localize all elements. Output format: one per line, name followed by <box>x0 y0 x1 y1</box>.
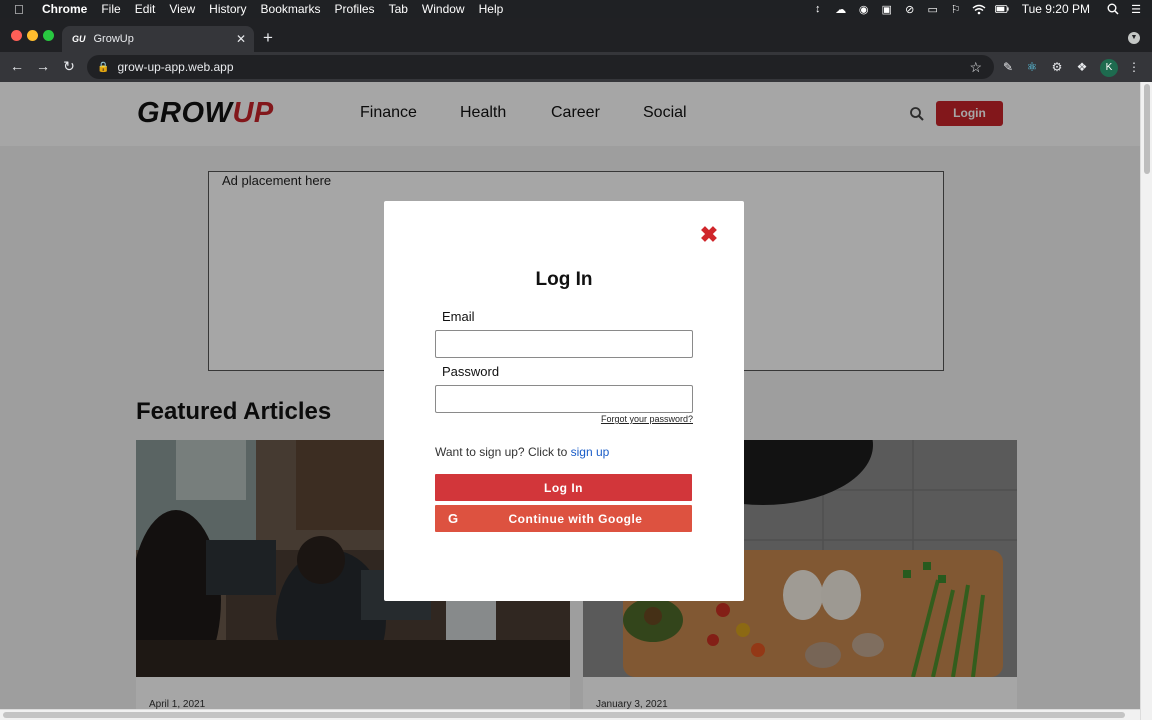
extensions-puzzle-icon[interactable]: ❖ <box>1074 59 1090 75</box>
new-tab-plus-icon[interactable]: + <box>263 28 273 48</box>
apple-menu-icon[interactable]:  <box>14 2 28 17</box>
menu-file[interactable]: File <box>101 2 120 16</box>
menu-help[interactable]: Help <box>479 2 504 16</box>
lock-icon[interactable]: 🔒 <box>97 62 109 73</box>
arrows-icon[interactable]: ↕ <box>811 3 825 15</box>
minimize-window-button[interactable] <box>27 30 38 41</box>
browser-tab-growup[interactable]: GU GrowUp ✕ <box>62 26 254 52</box>
cloud-icon[interactable]: ☁ <box>834 3 848 16</box>
signup-link[interactable]: sign up <box>571 445 610 459</box>
do-not-disturb-icon[interactable]: ⊘ <box>903 3 917 16</box>
tab-search-chevron-icon[interactable]: ▼ <box>1128 32 1140 44</box>
bookmark-star-icon[interactable]: ☆ <box>969 59 982 76</box>
horizontal-scrollbar[interactable] <box>0 709 1140 720</box>
google-login-button[interactable]: G Continue with Google <box>435 505 692 532</box>
chrome-menu-kebab-icon[interactable]: ⋮ <box>1126 59 1142 75</box>
tab-title: GrowUp <box>93 33 134 45</box>
menu-window[interactable]: Window <box>422 2 465 16</box>
google-button-label: Continue with Google <box>508 512 643 526</box>
browser-toolbar: ← → ↻ 🔒 grow-up-app.web.app ☆ ✎ ⚛ ⚙ ❖ K … <box>0 52 1152 82</box>
favicon-icon: GU <box>72 34 86 44</box>
tab-close-icon[interactable]: ✕ <box>236 32 246 46</box>
maximize-window-button[interactable] <box>43 30 54 41</box>
password-field[interactable] <box>435 385 693 413</box>
extension-gear-icon[interactable]: ⚙ <box>1049 59 1065 75</box>
email-field[interactable] <box>435 330 693 358</box>
menu-bookmarks[interactable]: Bookmarks <box>261 2 321 16</box>
email-label: Email <box>442 309 475 324</box>
menu-tab[interactable]: Tab <box>389 2 408 16</box>
airplay-icon[interactable]: ▭ <box>926 3 940 16</box>
close-window-button[interactable] <box>11 30 22 41</box>
signup-prompt: Want to sign up? Click to sign up <box>435 445 609 459</box>
wifi-icon[interactable] <box>972 3 986 15</box>
login-submit-button[interactable]: Log In <box>435 474 692 501</box>
menu-bar-clock[interactable]: Tue 9:20 PM <box>1022 2 1090 16</box>
address-bar-url[interactable]: grow-up-app.web.app <box>117 60 233 74</box>
menu-edit[interactable]: Edit <box>135 2 156 16</box>
menu-app-name[interactable]: Chrome <box>42 2 87 16</box>
login-modal: ✖ Log In Email Password Forgot your pass… <box>384 201 744 601</box>
page-viewport: GROWUP Finance Health Career Social Logi… <box>0 82 1140 720</box>
vertical-scroll-thumb[interactable] <box>1144 84 1150 174</box>
address-bar[interactable]: 🔒 grow-up-app.web.app ☆ <box>87 55 994 79</box>
extension-pen-icon[interactable]: ✎ <box>1000 59 1016 75</box>
reload-icon[interactable]: ↻ <box>60 58 78 75</box>
macos-menu-bar:  Chrome File Edit View History Bookmark… <box>0 0 1152 18</box>
profile-avatar[interactable]: K <box>1100 59 1118 77</box>
password-label: Password <box>442 364 500 379</box>
menu-view[interactable]: View <box>169 2 195 16</box>
vertical-scrollbar[interactable] <box>1140 82 1152 720</box>
menu-bar-status-area: ↕ ☁ ◉ ▣ ⊘ ▭ ⚐ Tue 9:20 PM ☰ <box>811 0 1152 18</box>
menu-profiles[interactable]: Profiles <box>335 2 375 16</box>
forward-arrow-icon[interactable]: → <box>34 58 52 74</box>
spotlight-search-icon[interactable] <box>1106 3 1120 15</box>
forgot-password-link[interactable]: Forgot your password? <box>534 414 693 424</box>
back-arrow-icon[interactable]: ← <box>8 58 26 74</box>
modal-title: Log In <box>535 269 593 290</box>
horizontal-scroll-thumb[interactable] <box>3 712 1125 718</box>
signup-prompt-text: Want to sign up? Click to <box>435 445 571 459</box>
menu-history[interactable]: History <box>209 2 246 16</box>
react-devtools-icon[interactable]: ⚛ <box>1024 59 1040 75</box>
record-icon[interactable]: ◉ <box>857 3 871 16</box>
battery-icon[interactable] <box>994 3 1009 15</box>
window-icon[interactable]: ▣ <box>880 3 894 16</box>
flag-icon[interactable]: ⚐ <box>949 3 963 16</box>
control-center-icon[interactable]: ☰ <box>1129 3 1143 16</box>
close-icon[interactable]: ✖ <box>698 224 720 246</box>
